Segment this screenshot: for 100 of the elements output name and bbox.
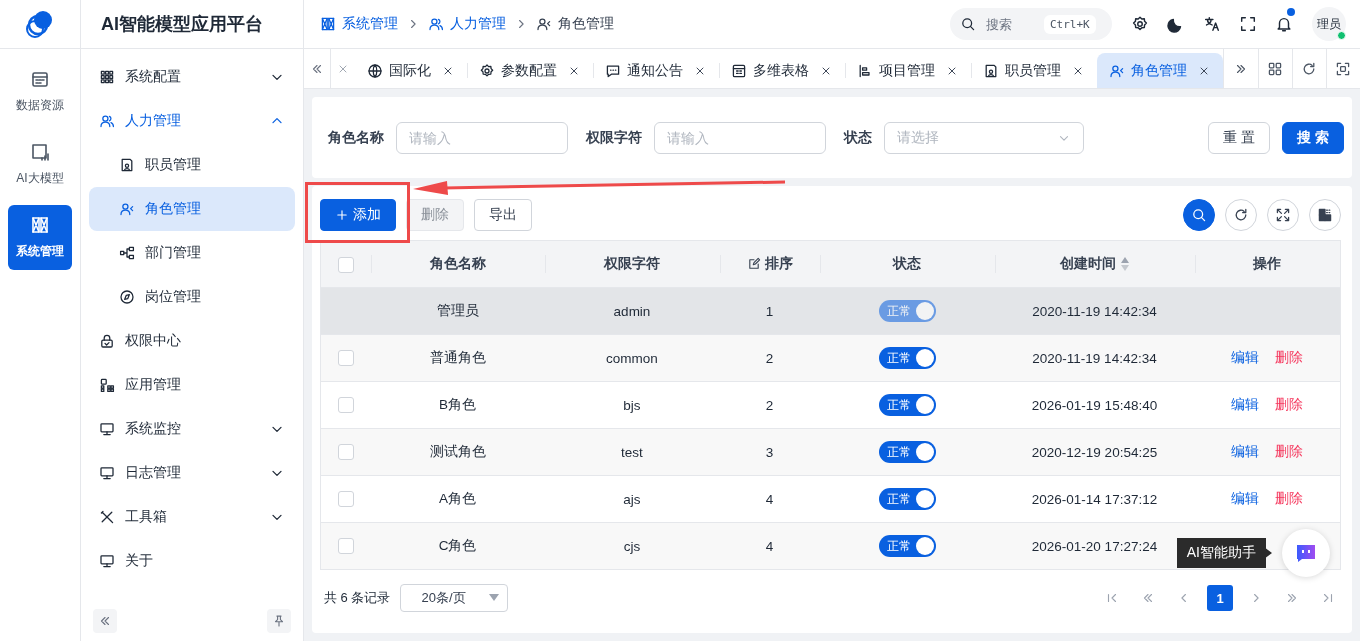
delete-link[interactable]: 删除 [1275,490,1304,508]
edit-link[interactable]: 编辑 [1231,490,1260,508]
menu-item[interactable]: 关于 [89,539,295,583]
column-header: 权限字符 [544,240,720,288]
table-icon [731,62,748,79]
row-checkbox[interactable] [337,350,354,367]
page-size-select[interactable]: 20条/页 [400,584,509,612]
bell-icon [1275,15,1293,33]
status-toggle[interactable]: 正常 [878,535,936,557]
row-checkbox[interactable] [337,491,354,508]
lock-icon [99,333,115,349]
row-checkbox[interactable] [337,538,354,555]
tab[interactable]: 角色管理 [1097,53,1224,88]
translate-icon [1203,15,1221,33]
tab[interactable]: 参数配置 [467,53,594,88]
table-cell: cjs [544,522,720,570]
expand-icon [1275,207,1291,223]
input-field[interactable]: 请输入 [396,121,568,154]
row-checkbox[interactable] [337,444,354,461]
add-button[interactable]: 添加 [320,199,396,231]
table-cell: 2 [719,334,820,382]
table-cell: B角色 [370,381,545,429]
search-button[interactable] [1183,199,1215,231]
delete-link[interactable]: 删除 [1275,396,1304,414]
tab[interactable]: 项目管理 [845,53,972,88]
double-chevron-right-icon [1285,591,1299,605]
submenu-item[interactable]: 部门管理 [89,231,295,275]
table-cell: 测试角色 [370,428,545,476]
menu-item[interactable]: 日志管理 [89,451,295,495]
user-avatar[interactable]: 理员 [1312,7,1346,41]
menu-item[interactable]: 系统配置 [89,55,295,99]
pin-button[interactable] [267,609,291,633]
user-icon [1109,62,1126,79]
submenu-item[interactable]: 岗位管理 [89,275,295,319]
edit-link[interactable]: 编辑 [1231,349,1260,367]
tab[interactable]: 职员管理 [971,53,1098,88]
collapse-button[interactable] [93,609,117,633]
table-cell: bjs [544,381,720,429]
shortcut-hint: Ctrl+K [1044,14,1096,34]
search-field[interactable]: 搜索 [984,15,1036,33]
tab[interactable]: 通知公告 [593,53,720,88]
double-chevron-left-icon [98,614,112,628]
breadcrumb-link[interactable]: 系统管理 [320,15,398,33]
field-label: 状态 [844,128,872,147]
delete-link[interactable]: 删除 [1275,349,1304,367]
export-button[interactable]: 导出 [474,199,532,231]
monitor-icon [99,465,115,481]
table-cell: 2020-12-19 20:54:25 [994,428,1195,476]
table-cell: 普通角色 [370,334,545,382]
page-button[interactable]: 1 [1207,585,1233,611]
menu-item[interactable]: 系统监控 [89,407,295,451]
tab[interactable]: 多维表格 [719,53,846,88]
status-toggle[interactable]: 正常 [878,441,936,463]
users-icon [99,113,115,129]
menu-item[interactable]: 应用管理 [89,363,295,407]
rail-item[interactable]: AI大模型 [8,132,72,197]
table-cell: ajs [544,475,720,523]
focus-icon [1335,60,1352,77]
fullscreen-icon [1239,15,1257,33]
grid-icon [99,69,115,85]
caret-icon [489,594,500,602]
column-header[interactable]: 创建时间 [994,240,1195,288]
table-cell: C角色 [370,522,545,570]
reset-button[interactable]: 重 置 [1208,121,1271,154]
plus-icon [335,208,349,222]
delete-link[interactable]: 删除 [1275,443,1304,461]
menu-item[interactable]: 工具箱 [89,495,295,539]
table-icon [30,69,50,89]
edit-icon [746,256,761,271]
table-cell: 3 [719,428,820,476]
status-toggle[interactable]: 正常 [878,347,936,369]
menu-item[interactable]: 权限中心 [89,319,295,363]
status-toggle[interactable]: 正常 [878,488,936,510]
column-header: 排序 [719,240,820,288]
tab[interactable]: 国际化 [355,53,468,88]
rail-item[interactable]: 系统管理 [8,205,72,270]
edit-link[interactable]: 编辑 [1231,396,1260,414]
table-cell: admin [544,287,720,335]
double-chevron-left-icon [1141,591,1155,605]
table-cell: A角色 [370,475,545,523]
search-button[interactable]: 搜 索 [1282,121,1344,154]
edit-link[interactable]: 编辑 [1231,443,1260,461]
rail-item[interactable]: 数据资源 [8,59,72,124]
breadcrumb-link[interactable]: 人力管理 [428,15,506,33]
row-checkbox[interactable] [337,397,354,414]
panels-icon [30,215,50,235]
user-icon [119,201,135,217]
submenu-item[interactable]: 职员管理 [89,143,295,187]
status-toggle[interactable]: 正常 [878,394,936,416]
search-bar[interactable]: 搜索 Ctrl+K [950,8,1112,40]
breadcrumb-link[interactable]: 角色管理 [536,15,614,33]
chat-bubble-icon [1295,543,1317,563]
select-all-checkbox[interactable] [337,256,354,273]
app-title: AI智能模型应用平台 [81,0,303,49]
menu-item[interactable]: 人力管理 [89,99,295,143]
id-card-icon [119,157,135,173]
submenu-item[interactable]: 角色管理 [89,187,295,231]
tree-icon [119,245,135,261]
input-field[interactable]: 请输入 [654,121,826,154]
table-cell: 1 [719,287,820,335]
